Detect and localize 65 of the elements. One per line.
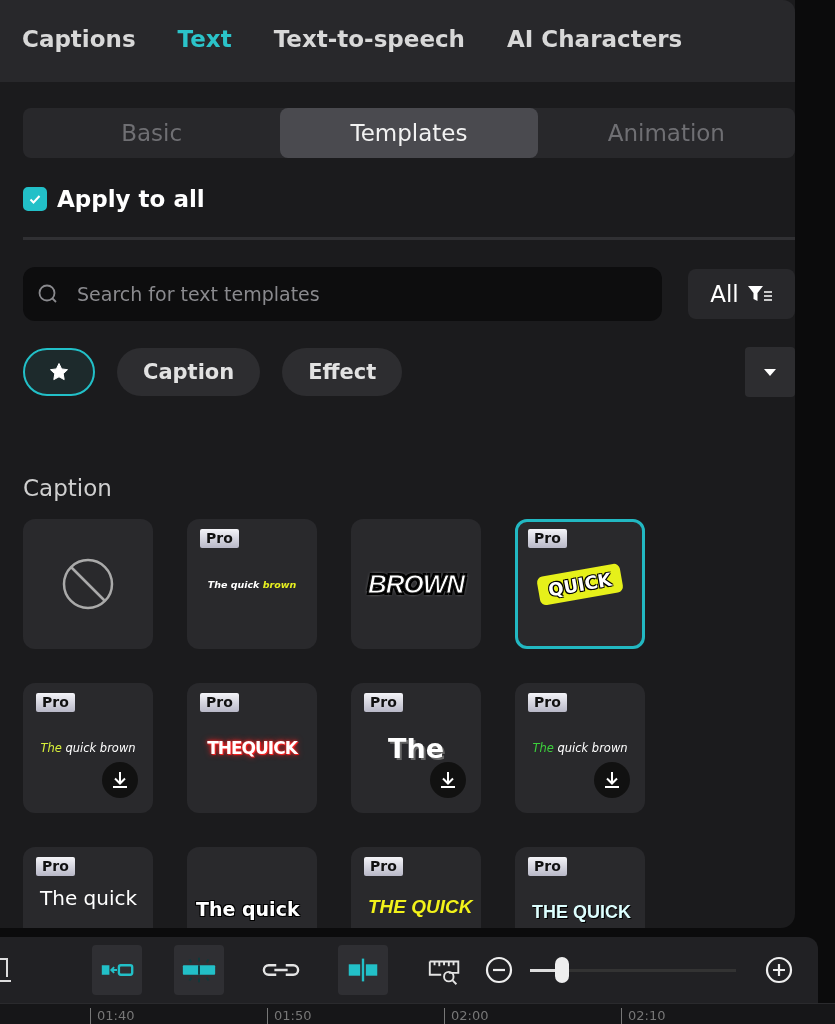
zoom-in-button[interactable]	[764, 955, 794, 985]
pro-badge: Pro	[36, 857, 75, 876]
panel-tab[interactable]: Text-to-speech	[259, 26, 479, 56]
slider-thumb[interactable]	[554, 957, 569, 983]
template-preview: The	[388, 732, 444, 764]
pro-badge: Pro	[528, 693, 567, 712]
template-preview: THE QUICK	[368, 896, 473, 918]
panel-tab[interactable]: AI Characters	[493, 26, 697, 56]
pro-badge: Pro	[200, 529, 239, 548]
download-icon[interactable]	[102, 762, 138, 798]
pro-badge: Pro	[200, 693, 239, 712]
template-card[interactable]: Pro QUICK	[515, 519, 645, 649]
category-chip[interactable]: Effect	[282, 348, 403, 396]
segment-tab[interactable]: Templates	[280, 108, 538, 158]
category-chip[interactable]: Caption	[117, 348, 261, 396]
checkbox-label: Apply to all	[57, 186, 205, 212]
template-card[interactable]: Pro The quick	[23, 847, 153, 928]
template-preview: The quick	[196, 898, 300, 920]
pro-badge: Pro	[528, 529, 567, 548]
time-label: 01:50	[267, 1008, 444, 1024]
download-icon[interactable]	[594, 762, 630, 798]
template-preview: The quick brown	[207, 578, 297, 590]
download-icon[interactable]	[430, 762, 466, 798]
checkbox[interactable]	[23, 187, 47, 211]
template-card[interactable]: Pro The	[351, 683, 481, 813]
split-icon	[180, 955, 218, 985]
no-entry-icon	[61, 557, 115, 611]
template-card[interactable]: Pro The quick brown	[23, 683, 153, 813]
pro-badge: Pro	[364, 857, 403, 876]
pro-badge: Pro	[364, 693, 403, 712]
section-title: Caption	[23, 475, 113, 501]
template-preview: BROWN	[367, 568, 465, 600]
search-field[interactable]: Search for text templates	[23, 267, 662, 321]
pro-badge: Pro	[36, 693, 75, 712]
panel-tab[interactable]: Captions	[8, 26, 150, 56]
snap-button[interactable]	[92, 945, 142, 995]
time-label: 02:10	[621, 1008, 798, 1024]
pro-badge: Pro	[528, 857, 567, 876]
favorites-chip[interactable]	[23, 348, 95, 396]
template-card[interactable]: Pro The quick brown	[515, 683, 645, 813]
time-label: 02:00	[444, 1008, 621, 1024]
template-preview: THEQUICK	[207, 738, 297, 758]
zoom-out-button[interactable]	[484, 955, 514, 985]
template-preview: The quick	[40, 886, 138, 910]
caret-icon	[762, 367, 778, 377]
template-card[interactable]: Pro THEQUICK	[187, 683, 317, 813]
panel-tab[interactable]: Text	[163, 26, 246, 56]
filter-button[interactable]: All	[688, 269, 795, 319]
template-card[interactable]: The quick	[187, 847, 317, 928]
align-button[interactable]	[338, 945, 388, 995]
time-label: 01:40	[90, 1008, 267, 1024]
template-card[interactable]: Pro The quick brown	[187, 519, 317, 649]
zoom-slider[interactable]	[530, 957, 736, 983]
document-icon[interactable]	[0, 955, 12, 985]
template-preview: The quick brown	[532, 741, 628, 755]
template-preview: QUICK	[536, 562, 624, 606]
star-icon	[49, 362, 69, 382]
template-preview: THE QUICK	[532, 902, 631, 923]
search-icon	[37, 283, 59, 305]
template-card[interactable]	[23, 519, 153, 649]
template-card[interactable]: Pro THE QUICK	[351, 847, 481, 928]
template-card[interactable]: Pro THE QUICK	[515, 847, 645, 928]
template-preview: The quick brown	[40, 741, 136, 755]
split-button[interactable]	[174, 945, 224, 995]
template-card[interactable]: BROWN	[351, 519, 481, 649]
